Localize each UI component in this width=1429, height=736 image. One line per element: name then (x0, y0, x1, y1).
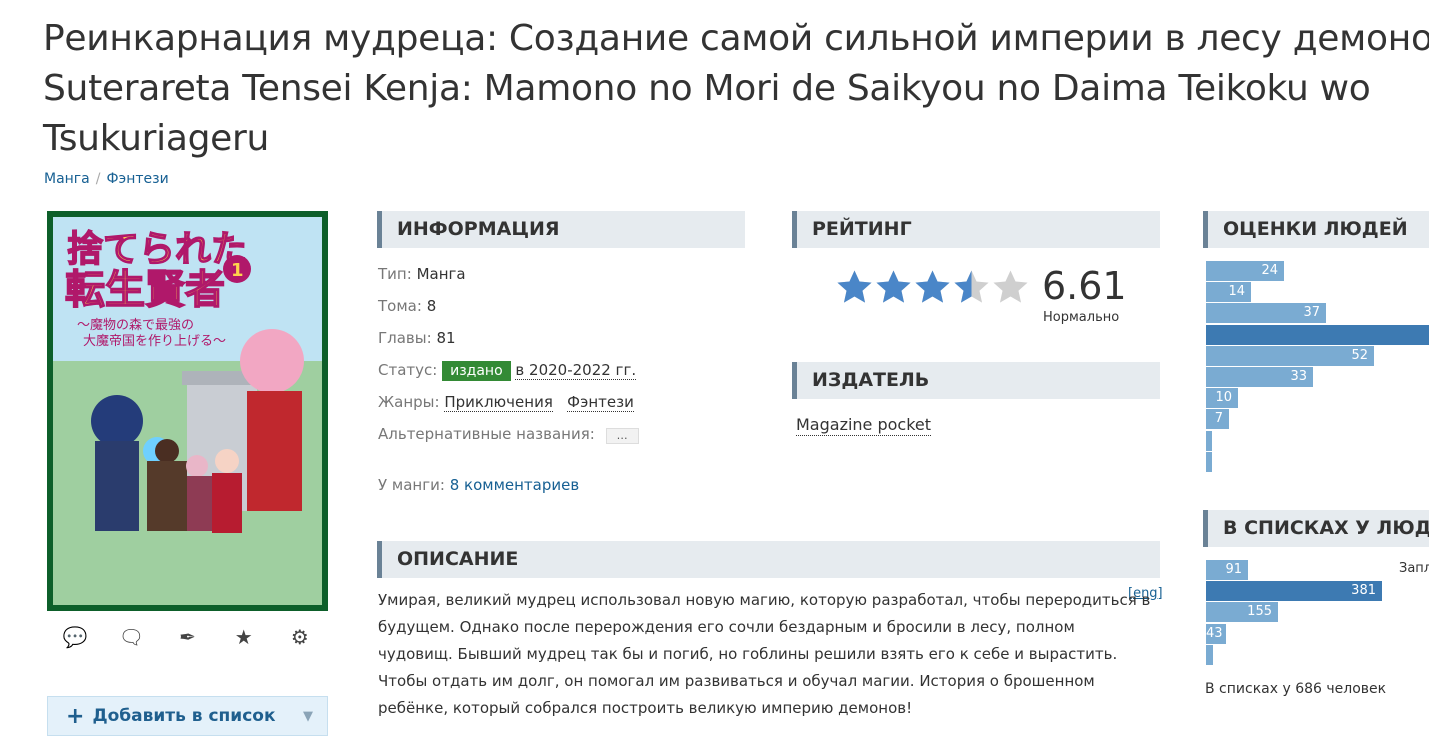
rating-bar: 7 (1206, 409, 1229, 430)
genre-adventure-link[interactable]: Приключения (444, 393, 553, 412)
type-label: Тип: (378, 265, 412, 283)
title-romaji-cont: Tsukuriageru (43, 118, 270, 159)
info-genres-row: Жанры: Приключения Фэнтези (378, 393, 634, 412)
breadcrumb-separator: / (95, 171, 101, 187)
breadcrumb-manga[interactable]: Манга (44, 171, 90, 187)
svg-text:1: 1 (231, 260, 244, 281)
list-bar: 91 (1206, 560, 1248, 580)
lists-status-label: Запл (1399, 561, 1429, 576)
info-comments-row: У манги: 8 комментариев (378, 476, 579, 494)
info-status-row: Статус: издано в 2020-2022 гг. (378, 361, 637, 381)
rating-bar: 33 (1206, 367, 1313, 387)
rating-star-5[interactable] (991, 268, 1030, 307)
list-bar: 43 (1206, 623, 1226, 644)
page-title: Реинкарнация мудреца: Создание самой сил… (43, 14, 1429, 164)
rating-star-4[interactable] (952, 268, 991, 307)
list-bar (1206, 644, 1213, 665)
comments-label: У манги: (378, 476, 445, 494)
list-bar: 155 (1206, 602, 1278, 623)
people-lists-header: В списках у людей (1203, 510, 1429, 547)
comments-icon[interactable]: 💬 (55, 625, 95, 649)
chevron-down-icon[interactable]: ▼ (303, 709, 313, 724)
svg-text:転生賢者: 転生賢者 (65, 267, 225, 313)
rating-bar: 24 (1206, 261, 1284, 281)
publisher-link[interactable]: Magazine pocket (796, 415, 932, 436)
volumes-value: 8 (426, 297, 437, 315)
description-text: Умирая, великий мудрец использовал новую… (378, 591, 1151, 717)
comments-link[interactable]: 8 комментариев (450, 476, 580, 494)
rating-star-1[interactable] (835, 268, 874, 307)
rating-score: 6.61 (1042, 264, 1127, 308)
rating-stars[interactable] (835, 268, 1030, 307)
alt-names-label: Альтернативные названия: (378, 425, 595, 443)
quill-icon[interactable]: ✒ (167, 625, 207, 649)
type-value: Манга (416, 265, 466, 283)
info-alt-names-row: Альтернативные названия: … (378, 425, 639, 444)
description-header: Описание (377, 541, 1160, 578)
rating-bar (1206, 324, 1429, 345)
cover-art: 捨てられた 転生賢者 1 ～魔物の森で最強の 大魔帝国を作り上げる～ (47, 211, 328, 611)
volumes-label: Тома: (378, 297, 422, 315)
title-romaji: Suterareta Tensei Kenja: Mamono no Mori … (43, 68, 1371, 109)
genre-fantasy-link[interactable]: Фэнтези (567, 393, 634, 412)
status-label: Статус: (378, 361, 438, 379)
info-type-row: Тип: Манга (378, 265, 466, 283)
rating-bar (1206, 430, 1212, 451)
rating-header: Рейтинг (792, 211, 1160, 248)
info-header: Информация (377, 211, 745, 248)
people-ratings-header: Оценки людей (1203, 211, 1429, 248)
status-badge: издано (442, 361, 511, 381)
title-ru: Реинкарнация мудреца: Создание самой сил… (43, 18, 1429, 59)
chat-icon[interactable]: 🗨 (111, 625, 151, 649)
cover-image[interactable]: 捨てられた 転生賢者 1 ～魔物の森で最強の 大魔帝国を作り上げる～ (47, 211, 328, 611)
publisher-header: Издатель (792, 362, 1160, 399)
info-chapters-row: Главы: 81 (378, 329, 456, 347)
svg-text:捨てられた: 捨てられた (67, 229, 247, 270)
action-icons: 💬 🗨 ✒ ★ ⚙ (47, 625, 328, 649)
rating-bar: 14 (1206, 282, 1251, 303)
star-icon[interactable]: ★ (224, 625, 264, 649)
breadcrumb: Манга / Фэнтези (44, 171, 169, 187)
add-to-list-button[interactable]: + Добавить в список ▼ (47, 696, 328, 736)
rating-bar: 10 (1206, 388, 1238, 409)
svg-text:大魔帝国を作り上げる～: 大魔帝国を作り上げる～ (83, 333, 226, 349)
lists-summary: В списках у 686 человек (1205, 681, 1387, 697)
rating-bar: 52 (1206, 345, 1374, 366)
plus-icon: + (66, 703, 85, 729)
add-to-list-label: Добавить в список (92, 706, 276, 726)
chapters-label: Главы: (378, 329, 432, 347)
svg-text:～魔物の森で最強の: ～魔物の森で最強の (77, 318, 194, 333)
status-years-link[interactable]: в 2020-2022 гг. (515, 361, 637, 380)
rating-star-3[interactable] (913, 268, 952, 307)
rating-bar: 37 (1206, 303, 1326, 324)
genres-label: Жанры: (378, 393, 440, 411)
chapters-value: 81 (436, 329, 456, 347)
rating-star-2[interactable] (874, 268, 913, 307)
breadcrumb-fantasy[interactable]: Фэнтези (106, 171, 168, 187)
list-bar: 381 (1206, 581, 1382, 602)
rating-bar (1206, 451, 1212, 472)
rating-label: Нормально (1043, 310, 1120, 325)
info-volumes-row: Тома: 8 (378, 297, 436, 315)
gears-icon[interactable]: ⚙ (280, 625, 320, 649)
alt-names-toggle[interactable]: … (605, 428, 639, 444)
